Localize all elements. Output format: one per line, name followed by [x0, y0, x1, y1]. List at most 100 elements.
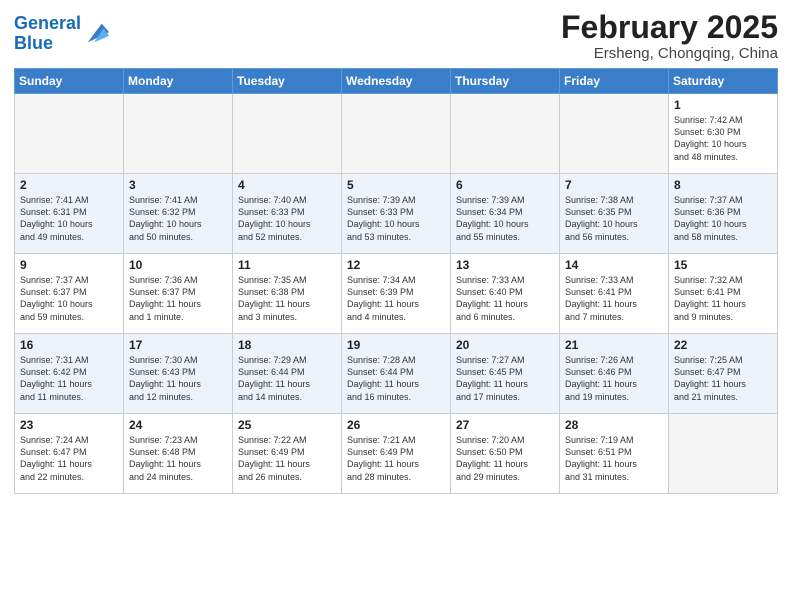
- day-number: 21: [565, 338, 663, 352]
- day-info: Sunrise: 7:27 AM Sunset: 6:45 PM Dayligh…: [456, 354, 554, 403]
- header: GeneralBlue February 2025 Ersheng, Chong…: [14, 10, 778, 62]
- day-cell: [451, 94, 560, 174]
- day-cell: 12 Sunrise: 7:34 AM Sunset: 6:39 PM Dayli…: [342, 254, 451, 334]
- day-cell: [669, 414, 778, 494]
- calendar: SundayMondayTuesdayWednesdayThursdayFrid…: [14, 68, 778, 494]
- logo-text: GeneralBlue: [14, 14, 81, 54]
- day-cell: 21 Sunrise: 7:26 AM Sunset: 6:46 PM Dayli…: [560, 334, 669, 414]
- week-row-4: 23 Sunrise: 7:24 AM Sunset: 6:47 PM Dayli…: [15, 414, 778, 494]
- day-cell: 18Sunrise: 7:29 AM Sunset: 6:44 PM Dayli…: [233, 334, 342, 414]
- day-cell: 23 Sunrise: 7:24 AM Sunset: 6:47 PM Dayli…: [15, 414, 124, 494]
- day-cell: [560, 94, 669, 174]
- day-cell: 25 Sunrise: 7:22 AM Sunset: 6:49 PM Dayli…: [233, 414, 342, 494]
- day-info: Sunrise: 7:35 AM Sunset: 6:38 PM Dayligh…: [238, 274, 336, 323]
- day-number: 4: [238, 178, 336, 192]
- day-info: Sunrise: 7:33 AM Sunset: 6:40 PM Dayligh…: [456, 274, 554, 323]
- day-number: 25: [238, 418, 336, 432]
- day-info: Sunrise: 7:42 AM Sunset: 6:30 PM Dayligh…: [674, 114, 772, 163]
- day-cell: 19 Sunrise: 7:28 AM Sunset: 6:44 PM Dayli…: [342, 334, 451, 414]
- day-info: Sunrise: 7:29 AM Sunset: 6:44 PM Dayligh…: [238, 354, 336, 403]
- day-number: 7: [565, 178, 663, 192]
- header-cell-monday: Monday: [124, 69, 233, 94]
- day-info: Sunrise: 7:34 AM Sunset: 6:39 PM Dayligh…: [347, 274, 445, 323]
- day-cell: 4 Sunrise: 7:40 AM Sunset: 6:33 PM Daylig…: [233, 174, 342, 254]
- day-number: 12: [347, 258, 445, 272]
- day-number: 27: [456, 418, 554, 432]
- day-cell: [342, 94, 451, 174]
- day-number: 11: [238, 258, 336, 272]
- day-info: Sunrise: 7:19 AM Sunset: 6:51 PM Dayligh…: [565, 434, 663, 483]
- day-number: 8: [674, 178, 772, 192]
- header-row: SundayMondayTuesdayWednesdayThursdayFrid…: [15, 69, 778, 94]
- day-number: 9: [20, 258, 118, 272]
- day-cell: [233, 94, 342, 174]
- day-info: Sunrise: 7:22 AM Sunset: 6:49 PM Dayligh…: [238, 434, 336, 483]
- logo: GeneralBlue: [14, 14, 111, 54]
- day-number: 19: [347, 338, 445, 352]
- day-cell: 22 Sunrise: 7:25 AM Sunset: 6:47 PM Dayli…: [669, 334, 778, 414]
- day-info: Sunrise: 7:33 AM Sunset: 6:41 PM Dayligh…: [565, 274, 663, 323]
- day-info: Sunrise: 7:37 AM Sunset: 6:37 PM Dayligh…: [20, 274, 118, 323]
- day-cell: 2 Sunrise: 7:41 AM Sunset: 6:31 PM Daylig…: [15, 174, 124, 254]
- day-cell: 27 Sunrise: 7:20 AM Sunset: 6:50 PM Dayli…: [451, 414, 560, 494]
- month-title: February 2025: [561, 10, 778, 45]
- day-cell: 6 Sunrise: 7:39 AM Sunset: 6:34 PM Daylig…: [451, 174, 560, 254]
- title-area: February 2025 Ersheng, Chongqing, China: [561, 10, 778, 62]
- day-cell: 28 Sunrise: 7:19 AM Sunset: 6:51 PM Dayli…: [560, 414, 669, 494]
- day-cell: 24Sunrise: 7:23 AM Sunset: 6:48 PM Dayli…: [124, 414, 233, 494]
- day-info: Sunrise: 7:26 AM Sunset: 6:46 PM Dayligh…: [565, 354, 663, 403]
- day-number: 16: [20, 338, 118, 352]
- day-cell: 26Sunrise: 7:21 AM Sunset: 6:49 PM Dayli…: [342, 414, 451, 494]
- day-number: 28: [565, 418, 663, 432]
- day-info: Sunrise: 7:36 AM Sunset: 6:37 PM Dayligh…: [129, 274, 227, 323]
- day-number: 10: [129, 258, 227, 272]
- day-info: Sunrise: 7:31 AM Sunset: 6:42 PM Dayligh…: [20, 354, 118, 403]
- day-number: 13: [456, 258, 554, 272]
- day-number: 23: [20, 418, 118, 432]
- day-info: Sunrise: 7:39 AM Sunset: 6:34 PM Dayligh…: [456, 194, 554, 243]
- day-number: 2: [20, 178, 118, 192]
- day-cell: 16 Sunrise: 7:31 AM Sunset: 6:42 PM Dayli…: [15, 334, 124, 414]
- page: GeneralBlue February 2025 Ersheng, Chong…: [0, 0, 792, 612]
- day-cell: 11 Sunrise: 7:35 AM Sunset: 6:38 PM Dayli…: [233, 254, 342, 334]
- day-cell: [15, 94, 124, 174]
- day-info: Sunrise: 7:30 AM Sunset: 6:43 PM Dayligh…: [129, 354, 227, 403]
- day-number: 20: [456, 338, 554, 352]
- day-cell: [124, 94, 233, 174]
- day-cell: 17Sunrise: 7:30 AM Sunset: 6:43 PM Dayli…: [124, 334, 233, 414]
- day-info: Sunrise: 7:39 AM Sunset: 6:33 PM Dayligh…: [347, 194, 445, 243]
- day-cell: 8 Sunrise: 7:37 AM Sunset: 6:36 PM Daylig…: [669, 174, 778, 254]
- header-cell-tuesday: Tuesday: [233, 69, 342, 94]
- day-cell: 13 Sunrise: 7:33 AM Sunset: 6:40 PM Dayli…: [451, 254, 560, 334]
- day-number: 1: [674, 98, 772, 112]
- day-info: Sunrise: 7:20 AM Sunset: 6:50 PM Dayligh…: [456, 434, 554, 483]
- location-title: Ersheng, Chongqing, China: [561, 45, 778, 62]
- week-row-2: 9 Sunrise: 7:37 AM Sunset: 6:37 PM Daylig…: [15, 254, 778, 334]
- day-number: 22: [674, 338, 772, 352]
- day-info: Sunrise: 7:23 AM Sunset: 6:48 PM Dayligh…: [129, 434, 227, 483]
- day-cell: 15Sunrise: 7:32 AM Sunset: 6:41 PM Dayli…: [669, 254, 778, 334]
- day-info: Sunrise: 7:28 AM Sunset: 6:44 PM Dayligh…: [347, 354, 445, 403]
- header-cell-friday: Friday: [560, 69, 669, 94]
- day-info: Sunrise: 7:25 AM Sunset: 6:47 PM Dayligh…: [674, 354, 772, 403]
- day-number: 15: [674, 258, 772, 272]
- week-row-0: 1 Sunrise: 7:42 AM Sunset: 6:30 PM Daylig…: [15, 94, 778, 174]
- day-cell: 5 Sunrise: 7:39 AM Sunset: 6:33 PM Daylig…: [342, 174, 451, 254]
- day-cell: 9 Sunrise: 7:37 AM Sunset: 6:37 PM Daylig…: [15, 254, 124, 334]
- logo-icon: [83, 19, 111, 47]
- day-info: Sunrise: 7:40 AM Sunset: 6:33 PM Dayligh…: [238, 194, 336, 243]
- day-number: 14: [565, 258, 663, 272]
- day-info: Sunrise: 7:24 AM Sunset: 6:47 PM Dayligh…: [20, 434, 118, 483]
- day-cell: 20 Sunrise: 7:27 AM Sunset: 6:45 PM Dayli…: [451, 334, 560, 414]
- header-cell-thursday: Thursday: [451, 69, 560, 94]
- day-info: Sunrise: 7:41 AM Sunset: 6:31 PM Dayligh…: [20, 194, 118, 243]
- day-number: 3: [129, 178, 227, 192]
- week-row-1: 2 Sunrise: 7:41 AM Sunset: 6:31 PM Daylig…: [15, 174, 778, 254]
- day-cell: 10 Sunrise: 7:36 AM Sunset: 6:37 PM Dayli…: [124, 254, 233, 334]
- day-info: Sunrise: 7:41 AM Sunset: 6:32 PM Dayligh…: [129, 194, 227, 243]
- day-info: Sunrise: 7:37 AM Sunset: 6:36 PM Dayligh…: [674, 194, 772, 243]
- day-number: 5: [347, 178, 445, 192]
- header-cell-saturday: Saturday: [669, 69, 778, 94]
- day-cell: 7Sunrise: 7:38 AM Sunset: 6:35 PM Daylig…: [560, 174, 669, 254]
- day-number: 6: [456, 178, 554, 192]
